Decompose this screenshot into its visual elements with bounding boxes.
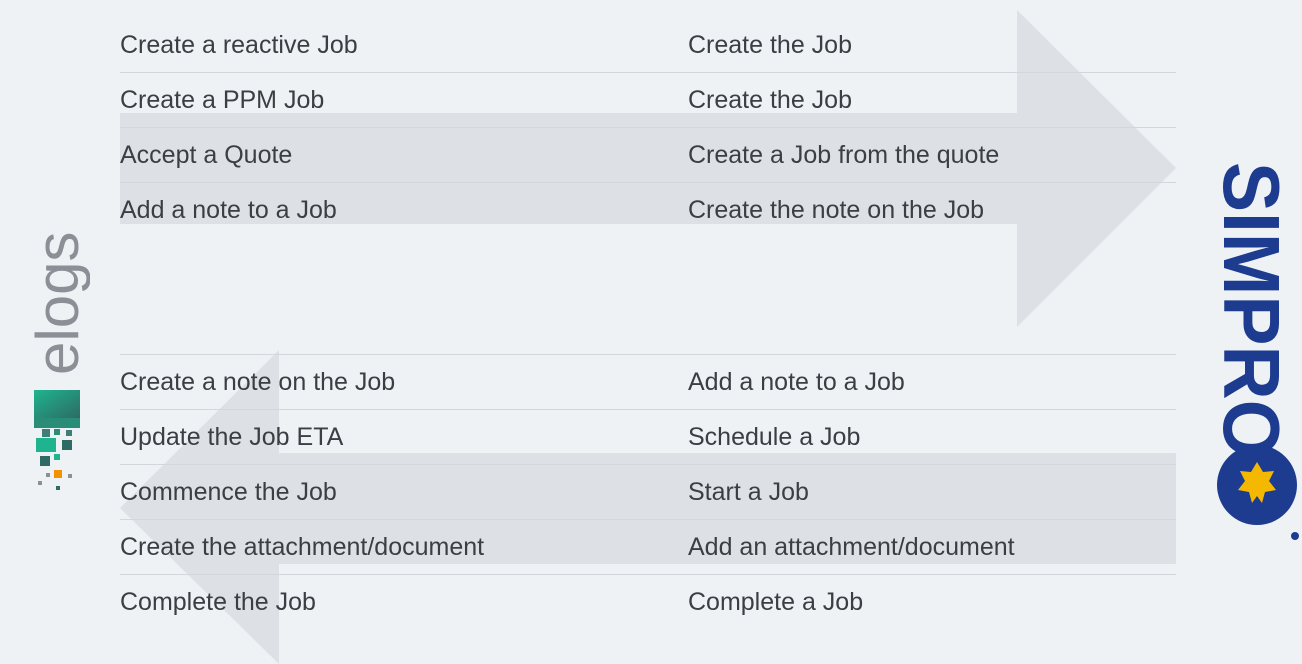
simpro-wordmark: SIMPRO — [1210, 162, 1296, 458]
simpro-action: Start a Job — [688, 477, 809, 506]
elogs-action: Commence the Job — [120, 477, 337, 506]
table-row: Commence the Job Start a Job — [120, 465, 1176, 520]
integration-diagram: Create a reactive Job Create the Job Cre… — [0, 0, 1302, 664]
elogs-action: Create a note on the Job — [120, 367, 396, 396]
simpro-action: Create the Job — [688, 85, 852, 114]
table-row: Update the Job ETA Schedule a Job — [120, 410, 1176, 465]
table-row: Accept a Quote Create a Job from the quo… — [120, 128, 1176, 183]
simpro-action: Create a Job from the quote — [688, 140, 1000, 169]
table-row: Complete the Job Complete a Job — [120, 575, 1176, 630]
elogs-action: Create a PPM Job — [120, 85, 325, 114]
table-row: Create a note on the Job Add a note to a… — [120, 355, 1176, 410]
elogs-action: Update the Job ETA — [120, 422, 344, 451]
simpro-action: Create the note on the Job — [688, 196, 985, 224]
table-row: Create a PPM Job Create the Job — [120, 73, 1176, 128]
table-row: Create the attachment/document Add an at… — [120, 520, 1176, 575]
simpro-action: Add an attachment/document — [688, 532, 1015, 561]
elogs-action: Add a note to a Job — [120, 196, 337, 224]
simpro-to-elogs-table: Create a note on the Job Add a note to a… — [120, 354, 1176, 630]
simpro-action: Create the Job — [688, 30, 852, 59]
simpro-action: Schedule a Job — [688, 422, 861, 451]
table-row: Create a reactive Job Create the Job — [120, 18, 1176, 73]
elogs-action: Accept a Quote — [120, 140, 293, 169]
elogs-action: Create a reactive Job — [120, 30, 358, 59]
simpro-action: Complete a Job — [688, 588, 864, 616]
elogs-action: Complete the Job — [120, 588, 316, 616]
elogs-logo-mark — [34, 390, 80, 490]
elogs-to-simpro-table: Create a reactive Job Create the Job Cre… — [120, 18, 1176, 238]
simpro-action: Add a note to a Job — [688, 367, 905, 396]
elogs-action: Create the attachment/document — [120, 532, 485, 561]
table-row: Add a note to a Job Create the note on t… — [120, 183, 1176, 238]
simpro-logo: SIMPRO — [1210, 162, 1299, 540]
